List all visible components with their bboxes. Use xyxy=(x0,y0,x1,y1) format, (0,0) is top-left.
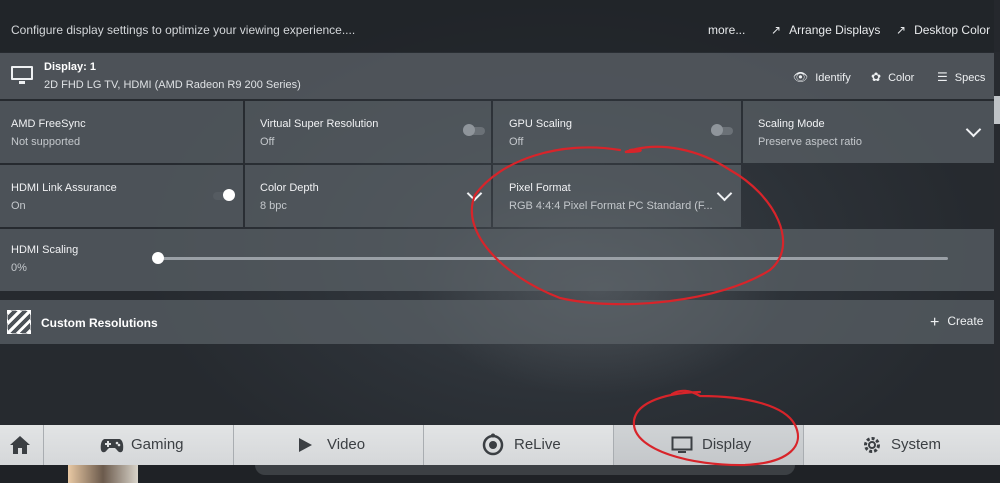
top-bar: Configure display settings to optimize y… xyxy=(0,0,1000,52)
hdmi-scaling-setting: HDMI Scaling 0% xyxy=(0,229,994,291)
setting-value: Off xyxy=(509,136,524,148)
setting-label: HDMI Link Assurance xyxy=(11,182,117,194)
desktop-color-button[interactable]: ↗ Desktop Color xyxy=(896,23,990,37)
custom-resolutions-title: Custom Resolutions xyxy=(41,316,158,330)
create-button[interactable]: + Create xyxy=(930,314,983,332)
setting-label: Pixel Format xyxy=(509,182,571,194)
desktop-color-label: Desktop Color xyxy=(914,23,991,37)
chevron-down-icon xyxy=(466,185,483,202)
specs-button[interactable]: ☰ Specs xyxy=(937,70,985,84)
arrange-displays-label: Arrange Displays xyxy=(789,23,881,37)
chevron-down-icon xyxy=(716,185,733,202)
page-description: Configure display settings to optimize y… xyxy=(11,23,356,37)
tab-gaming[interactable]: Gaming xyxy=(44,425,234,465)
setting-label: AMD FreeSync xyxy=(11,118,86,130)
color-label: Color xyxy=(888,72,915,84)
gpu-scaling-toggle[interactable] xyxy=(711,124,733,136)
color-button[interactable]: ✿ Color xyxy=(871,70,914,84)
freesync-setting: AMD FreeSync Not supported xyxy=(0,101,243,163)
setting-label: GPU Scaling xyxy=(509,118,572,130)
custom-resolutions-bar: Custom Resolutions + Create xyxy=(0,300,994,344)
home-icon xyxy=(10,436,30,454)
avatar-thumbnail xyxy=(68,465,138,483)
setting-value: Preserve aspect ratio xyxy=(758,136,862,148)
tab-system[interactable]: System xyxy=(804,425,1000,465)
setting-value: 0% xyxy=(11,262,27,274)
tab-display[interactable]: Display xyxy=(614,425,804,465)
setting-value: 8 bpc xyxy=(260,200,287,212)
setting-value: RGB 4:4:4 Pixel Format PC Standard (F... xyxy=(509,200,713,212)
plus-icon: + xyxy=(930,314,940,331)
monitor-icon xyxy=(671,436,693,453)
bottom-navigation: Gaming Video ReLive Display System xyxy=(0,425,1000,465)
specs-label: Specs xyxy=(954,72,986,84)
toggle-knob xyxy=(223,189,235,201)
monitor-icon xyxy=(11,66,33,84)
eye-icon: 👁 xyxy=(793,70,809,84)
color-wheel-icon: ✿ xyxy=(871,70,882,84)
setting-label: HDMI Scaling xyxy=(11,244,79,256)
vsr-setting[interactable]: Virtual Super Resolution Off xyxy=(245,101,491,163)
gear-icon xyxy=(864,437,880,453)
hdmi-scaling-slider-track[interactable] xyxy=(158,257,948,260)
setting-value: Off xyxy=(260,136,275,148)
share-arrow-icon: ↗ xyxy=(896,23,907,37)
color-depth-dropdown[interactable]: Color Depth 8 bpc xyxy=(245,165,491,227)
tab-label: Gaming xyxy=(131,436,184,453)
specs-list-icon: ☰ xyxy=(937,70,948,84)
setting-value: Not supported xyxy=(11,136,81,148)
tab-label: Display xyxy=(702,436,752,453)
custom-resolutions-icon xyxy=(7,310,31,334)
play-icon xyxy=(299,438,312,452)
setting-label: Color Depth xyxy=(260,182,319,194)
create-label: Create xyxy=(947,314,984,328)
setting-value: On xyxy=(11,200,26,212)
display-title: Display: 1 xyxy=(44,61,96,73)
scrollbar-thumb[interactable] xyxy=(994,96,1000,124)
vsr-toggle[interactable] xyxy=(463,124,485,136)
setting-label: Virtual Super Resolution xyxy=(260,118,379,130)
tab-label: System xyxy=(891,436,942,453)
tab-label: Video xyxy=(327,436,366,453)
scrollbar[interactable] xyxy=(994,0,1000,483)
display-subtitle: 2D FHD LG TV, HDMI (AMD Radeon R9 200 Se… xyxy=(44,79,301,91)
home-tab[interactable] xyxy=(0,425,44,465)
identify-button[interactable]: 👁 Identify xyxy=(793,70,851,84)
pixel-format-dropdown[interactable]: Pixel Format RGB 4:4:4 Pixel Format PC S… xyxy=(493,165,741,227)
background-shape xyxy=(255,465,795,475)
scaling-mode-dropdown[interactable]: Scaling Mode Preserve aspect ratio xyxy=(743,101,994,163)
tab-label: ReLive xyxy=(514,436,561,453)
more-link[interactable]: more... xyxy=(708,23,745,37)
setting-label: Scaling Mode xyxy=(758,118,825,130)
toggle-knob xyxy=(463,124,475,136)
gamepad-icon xyxy=(100,439,124,453)
display-header: Display: 1 2D FHD LG TV, HDMI (AMD Radeo… xyxy=(0,53,994,99)
relive-icon xyxy=(482,433,504,456)
share-arrow-icon: ↗ xyxy=(771,23,782,37)
toggle-knob xyxy=(711,124,723,136)
hdmi-scaling-slider-handle[interactable] xyxy=(152,252,164,264)
tab-video[interactable]: Video xyxy=(234,425,424,465)
chevron-down-icon xyxy=(965,121,982,138)
hdmi-link-toggle[interactable] xyxy=(213,189,235,201)
identify-label: Identify xyxy=(815,72,851,84)
arrange-displays-button[interactable]: ↗ Arrange Displays xyxy=(771,23,880,37)
tab-relive[interactable]: ReLive xyxy=(424,425,614,465)
hdmi-link-assurance-setting[interactable]: HDMI Link Assurance On xyxy=(0,165,243,227)
gpu-scaling-setting[interactable]: GPU Scaling Off xyxy=(493,101,741,163)
